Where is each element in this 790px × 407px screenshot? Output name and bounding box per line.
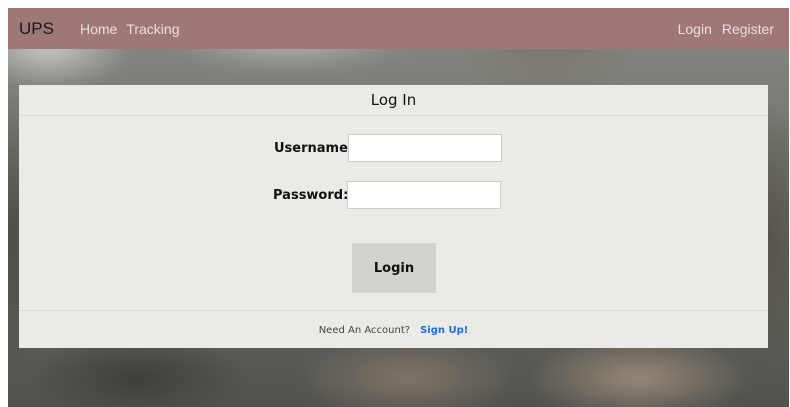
username-input[interactable] [348, 134, 502, 162]
navbar: UPS Home Tracking Login Register [8, 8, 789, 49]
username-label: Username: [274, 140, 354, 156]
nav-link-tracking[interactable]: Tracking [126, 21, 179, 37]
nav-link-register[interactable]: Register [722, 21, 774, 37]
nav-link-home[interactable]: Home [80, 21, 117, 37]
nav-link-login[interactable]: Login [678, 21, 712, 37]
password-row: Password: [273, 181, 501, 209]
signup-link[interactable]: Sign Up! [420, 325, 468, 336]
card-title: Log In [19, 85, 768, 116]
brand-logo[interactable]: UPS [19, 19, 54, 39]
page-frame: UPS Home Tracking Login Register Log In … [8, 8, 789, 407]
card-footer: Need An Account? Sign Up! [19, 310, 768, 349]
username-row: Username: [274, 134, 502, 162]
password-input[interactable] [347, 181, 501, 209]
nav-left: Home Tracking [80, 21, 189, 37]
need-account-text: Need An Account? [318, 324, 411, 336]
login-button[interactable]: Login [352, 243, 436, 293]
password-label: Password: [273, 187, 349, 203]
login-card: Log In Username: Password: Login Need An… [19, 85, 768, 348]
nav-right: Login Register [668, 21, 774, 37]
